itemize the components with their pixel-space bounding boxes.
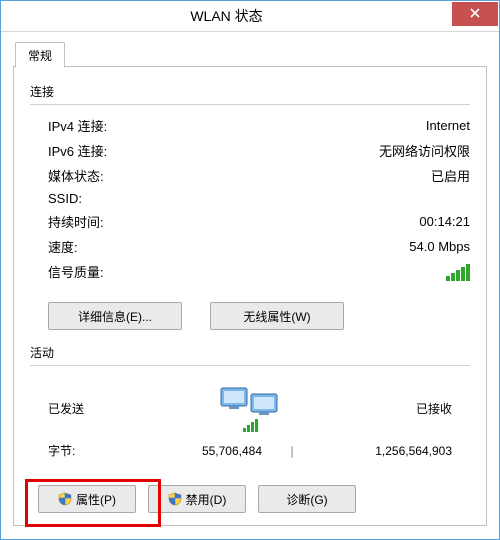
properties-button[interactable]: 属性(P) [38,485,136,513]
wireless-properties-label: 无线属性(W) [243,308,310,325]
signal-bars-icon [446,263,470,281]
row-signal: 信号质量: [30,259,470,284]
media-label: 媒体状态: [48,166,104,185]
tabstrip: 常规 [13,42,487,67]
ipv4-value: Internet [426,118,470,133]
connection-button-row: 详细信息(E)... 无线属性(W) [48,302,470,330]
signal-label: 信号质量: [48,262,104,281]
titlebar: WLAN 状态 [1,1,499,32]
dialog-body: 常规 连接 IPv4 连接: Internet IPv6 连接: 无网络访问权限… [1,32,499,526]
group-connection-label: 连接 [30,83,470,100]
disable-button-label: 禁用(D) [186,491,227,508]
row-duration: 持续时间: 00:14:21 [30,209,470,234]
activity-row: 已发送 [30,374,470,434]
speed-value: 54.0 Mbps [409,239,470,254]
ssid-label: SSID: [48,191,82,206]
tab-label: 常规 [28,47,52,64]
footer-button-row: 属性(P) 禁用(D) 诊断(G) [38,485,470,513]
row-speed: 速度: 54.0 Mbps [30,234,470,259]
bytes-recv-value: 1,256,564,903 [298,444,452,458]
window-title: WLAN 状态 [1,6,452,26]
properties-button-label: 属性(P) [76,491,116,508]
speed-label: 速度: [48,237,78,256]
uac-shield-icon [58,492,72,506]
bytes-row: 字节: 55,706,484 | 1,256,564,903 [30,434,470,459]
tab-panel: 连接 IPv4 连接: Internet IPv6 连接: 无网络访问权限 媒体… [13,67,487,526]
network-computers-icon [215,382,285,434]
group-activity-label: 活动 [30,344,470,361]
row-ipv6: IPv6 连接: 无网络访问权限 [30,138,470,163]
bytes-sent-value: 55,706,484 [108,444,286,458]
bytes-separator: | [286,444,298,458]
row-ssid: SSID: [30,188,470,209]
close-button[interactable] [452,2,498,26]
details-button-label: 详细信息(E)... [78,308,152,325]
diagnose-button[interactable]: 诊断(G) [258,485,356,513]
sent-label: 已发送 [48,400,84,417]
details-button[interactable]: 详细信息(E)... [48,302,182,330]
duration-label: 持续时间: [48,212,104,231]
row-ipv4: IPv4 连接: Internet [30,113,470,138]
duration-value: 00:14:21 [419,214,470,229]
recv-label: 已接收 [416,400,452,417]
divider [30,365,470,366]
tab-general[interactable]: 常规 [15,42,65,68]
ipv4-label: IPv4 连接: [48,116,107,135]
diagnose-button-label: 诊断(G) [286,491,327,508]
ipv6-label: IPv6 连接: [48,141,107,160]
row-media: 媒体状态: 已启用 [30,163,470,188]
disable-button[interactable]: 禁用(D) [148,485,246,513]
wlan-status-window: WLAN 状态 常规 连接 IPv4 连接: Internet IPv6 连接:… [0,0,500,540]
media-value: 已启用 [431,166,470,185]
wireless-properties-button[interactable]: 无线属性(W) [210,302,344,330]
ipv6-value: 无网络访问权限 [379,141,470,160]
bytes-label: 字节: [48,442,108,459]
uac-shield-icon [168,492,182,506]
divider [30,104,470,105]
close-icon [470,7,480,21]
